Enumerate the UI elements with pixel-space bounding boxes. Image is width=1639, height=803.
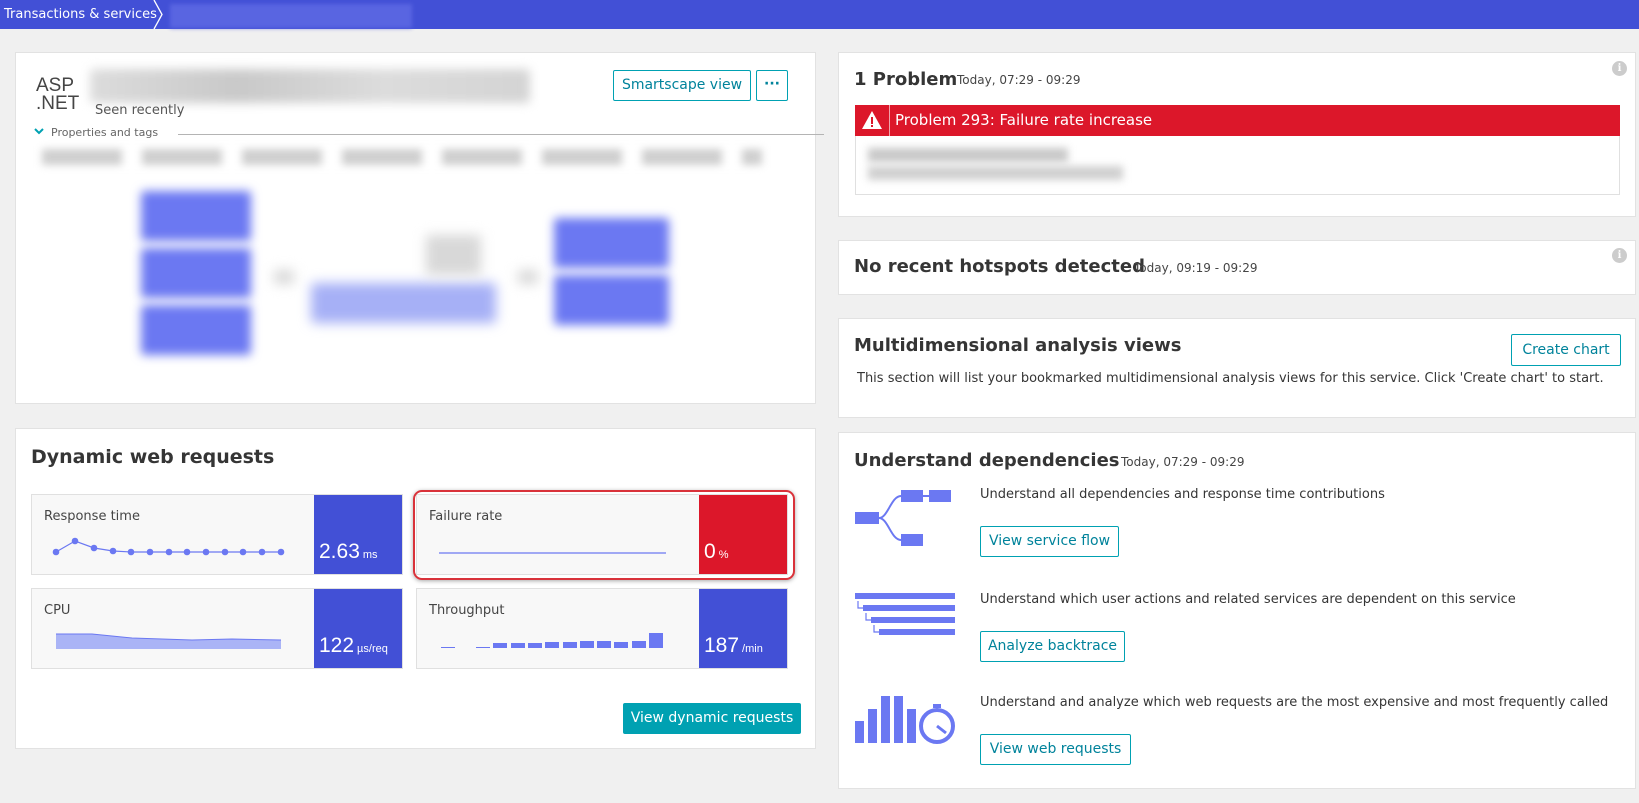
dynamic-web-requests-title: Dynamic web requests	[31, 446, 275, 468]
breadcrumb-transactions-services[interactable]: Transactions & services	[4, 0, 157, 29]
dependency-desc-1: Understand all dependencies and response…	[980, 487, 1385, 502]
breadcrumb: Transactions & services	[0, 0, 1639, 29]
dependency-desc-2: Understand which user actions and relate…	[980, 592, 1516, 607]
problem-details-redacted	[855, 136, 1620, 195]
view-dynamic-requests-button[interactable]: View dynamic requests	[623, 703, 801, 734]
create-chart-button[interactable]: Create chart	[1511, 334, 1621, 366]
backtrace-icon	[855, 593, 955, 635]
analyze-backtrace-button[interactable]: Analyze backtrace	[980, 631, 1125, 662]
problems-timeframe: Today, 07:29 - 09:29	[957, 73, 1081, 87]
throughput-unit: /min	[742, 643, 763, 655]
smartscape-view-button[interactable]: Smartscape view	[613, 70, 751, 101]
redacted-text	[868, 148, 1068, 162]
throughput-tile[interactable]: Throughput 187/min	[416, 588, 788, 669]
dependency-desc-3: Understand and analyze which web request…	[980, 695, 1609, 710]
chevron-down-icon	[34, 128, 44, 135]
web-requests-icon	[855, 696, 955, 744]
cpu-tile[interactable]: CPU 122 µs/req	[31, 588, 403, 669]
mda-title: Multidimensional analysis views	[854, 335, 1182, 356]
breadcrumb-separator-icon	[153, 0, 163, 29]
service-overview-card: ASP .NET Seen recently Smartscape view ·…	[15, 52, 824, 404]
response-time-sparkline	[52, 537, 285, 556]
dependencies-card: Understand dependencies Today, 07:29 - 0…	[838, 432, 1636, 789]
response-time-unit: ms	[362, 549, 378, 561]
view-service-flow-button[interactable]: View service flow	[980, 526, 1119, 557]
response-time-number: 2.63	[319, 540, 360, 563]
divider	[178, 134, 824, 135]
logo-text-2: .NET	[36, 93, 80, 114]
divider	[889, 105, 890, 136]
cpu-number: 122	[319, 634, 355, 657]
response-time-tile[interactable]: Response time 2.63 ms	[31, 494, 403, 575]
mda-description: This section will list your bookmarked m…	[857, 371, 1604, 386]
breadcrumb-service-redacted[interactable]	[170, 4, 412, 28]
cpu-sparkline	[56, 633, 282, 649]
problems-card: i 1 Problem Today, 07:29 - 09:29 Problem…	[838, 52, 1636, 217]
problem-title-link[interactable]: Problem 293: Failure rate increase	[895, 111, 1152, 129]
problem-banner[interactable]: Problem 293: Failure rate increase	[855, 105, 1620, 136]
service-name-redacted	[90, 69, 530, 103]
info-icon[interactable]: i	[1612, 248, 1627, 263]
view-web-requests-button[interactable]: View web requests	[980, 734, 1131, 765]
problems-title: 1 Problem	[854, 69, 958, 90]
cpu-value: 122 µs/req	[319, 634, 388, 658]
hotspots-card: i No recent hotspots detected Today, 09:…	[838, 240, 1636, 295]
throughput-sparkline	[441, 633, 663, 648]
dynamic-web-requests-card: Dynamic web requests Response time 2.63 m…	[15, 428, 816, 749]
cpu-unit: µs/req	[357, 643, 388, 655]
tags-redacted	[42, 149, 762, 165]
warning-icon	[862, 111, 882, 129]
redacted-text	[868, 166, 1123, 180]
throughput-number: 187	[704, 634, 740, 657]
hotspots-timeframe: Today, 09:19 - 09:29	[1134, 261, 1258, 275]
service-flow-icon	[855, 490, 951, 546]
throughput-value-box: 187/min	[699, 589, 787, 668]
cpu-value-box: 122 µs/req	[314, 589, 402, 668]
info-icon[interactable]: i	[1612, 61, 1627, 76]
failure-rate-highlight	[413, 490, 795, 580]
response-time-value-box: 2.63 ms	[314, 495, 402, 574]
dependencies-timeframe: Today, 07:29 - 09:29	[1121, 455, 1245, 469]
properties-label: Properties and tags	[51, 126, 159, 139]
aspnet-logo: ASP .NET	[36, 76, 80, 114]
dependencies-title: Understand dependencies	[854, 450, 1120, 471]
multidimensional-analysis-card: Multidimensional analysis views Create c…	[838, 318, 1636, 418]
properties-toggle[interactable]: Properties and tags	[33, 125, 824, 141]
hotspots-title: No recent hotspots detected	[854, 256, 1145, 277]
throughput-value: 187/min	[704, 634, 763, 658]
seen-status: Seen recently	[95, 103, 185, 118]
more-options-button[interactable]: ···	[756, 70, 788, 101]
response-time-value: 2.63 ms	[319, 540, 378, 564]
